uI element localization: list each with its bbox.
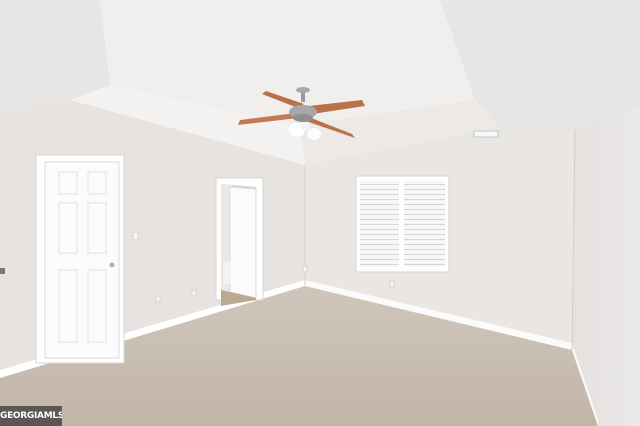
watermark-text: GEORGIAMLS	[0, 411, 62, 421]
window-blinds-left	[360, 181, 400, 267]
fan-light	[300, 122, 310, 130]
closet-door	[44, 161, 120, 359]
fan-light	[307, 128, 321, 140]
door-knob	[109, 262, 115, 268]
ceiling-vent	[473, 130, 499, 138]
room-illustration	[0, 0, 640, 426]
room-photo: GEORGIAMLS	[0, 0, 640, 426]
light-switch	[132, 231, 139, 241]
bathroom-door	[229, 186, 257, 299]
mls-watermark: GEORGIAMLS	[0, 406, 62, 426]
window-blinds-right	[404, 181, 445, 267]
